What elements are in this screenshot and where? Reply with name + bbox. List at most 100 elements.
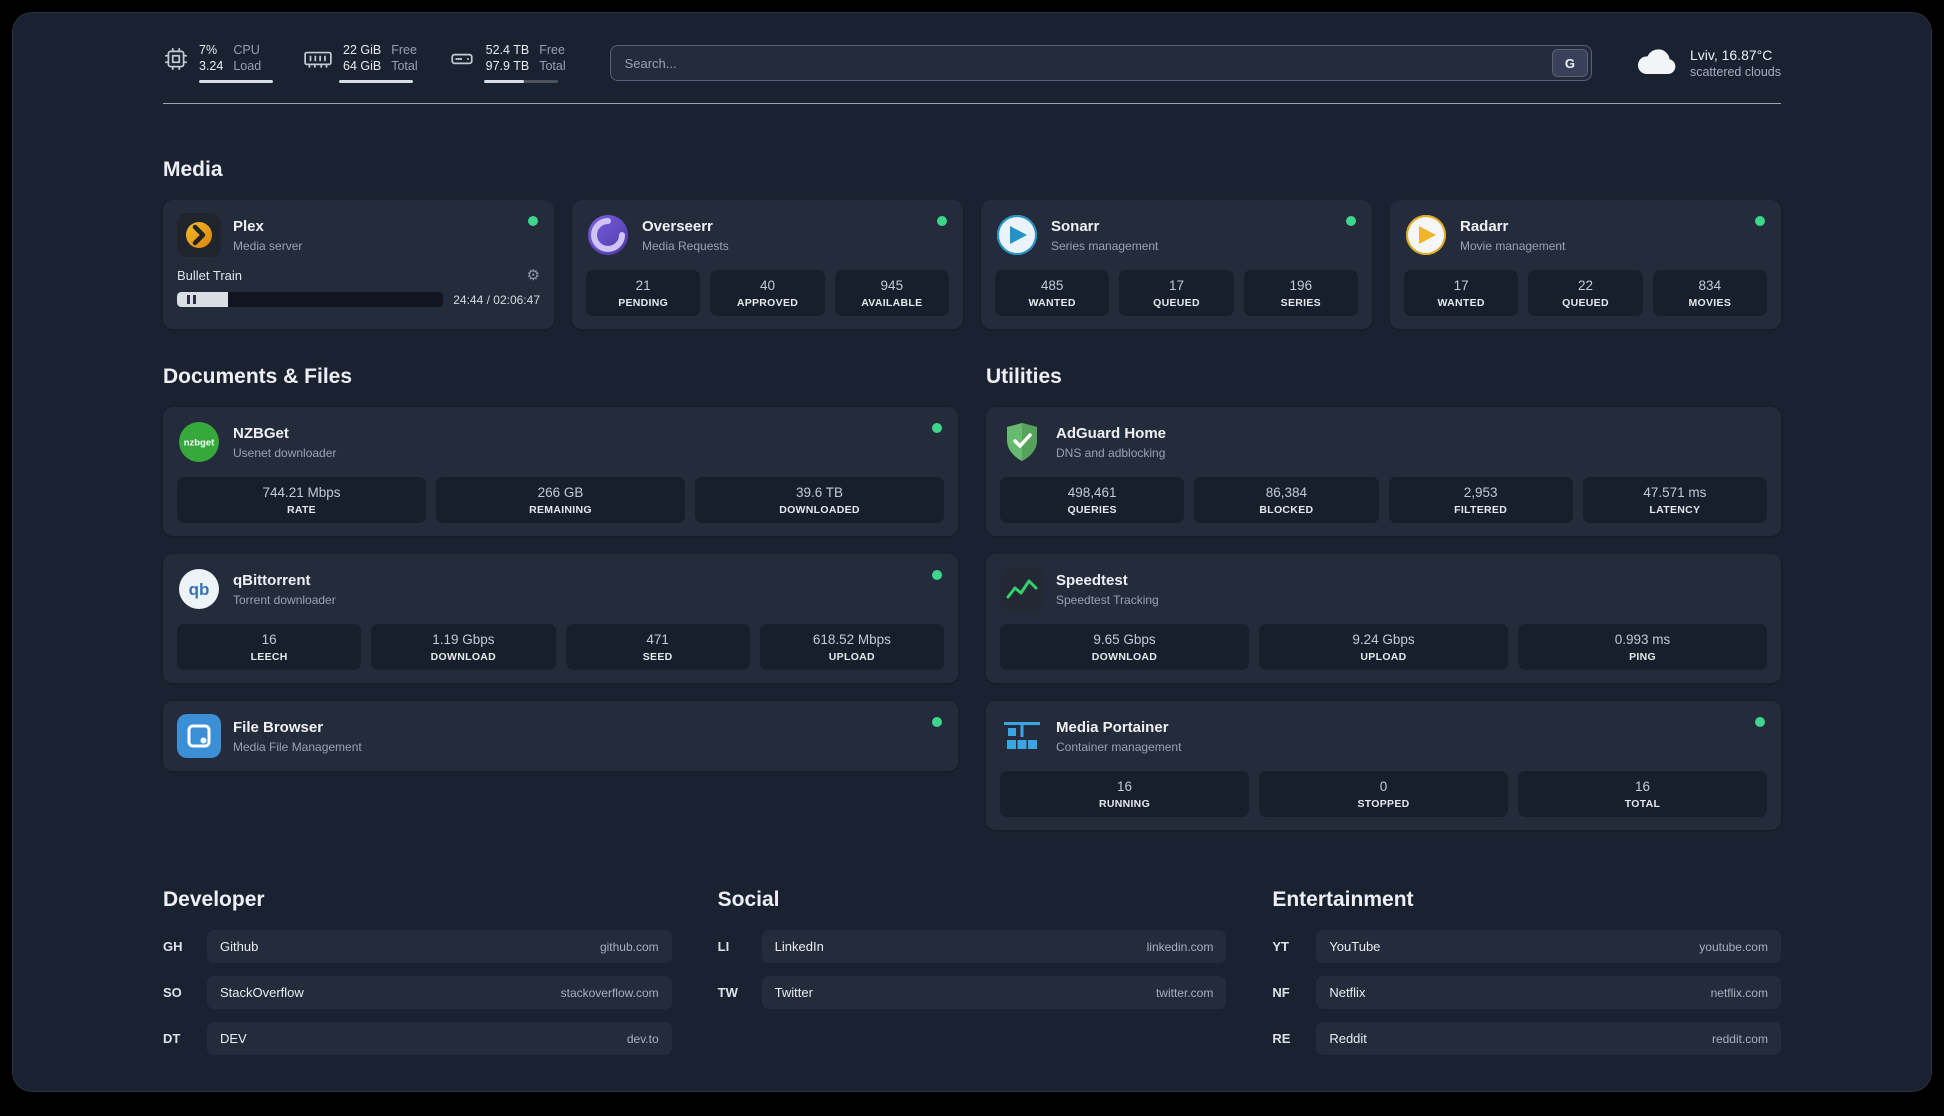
- service-card-filebrowser[interactable]: File Browser Media File Management: [163, 701, 958, 772]
- service-subtitle: Media server: [233, 238, 303, 253]
- dashboard-window: 7% 3.24 CPU Load 22 GiB 64 GiB Free Tota…: [12, 12, 1932, 1092]
- stat-tile: 22 QUEUED: [1528, 270, 1643, 317]
- stat-tile: 1.19 Gbps DOWNLOAD: [371, 624, 556, 671]
- bookmark-link-dev[interactable]: DEV dev.to: [207, 1022, 672, 1056]
- service-name: Sonarr: [1051, 217, 1100, 235]
- documents-column: Documents & Files nzbget NZBGet Usenet d…: [163, 365, 958, 830]
- stat-tile: 618.52 Mbps UPLOAD: [759, 624, 944, 671]
- bookmark-abbr: RE: [1272, 1031, 1291, 1047]
- memory-icon: [303, 46, 333, 72]
- bookmark-link-reddit[interactable]: Reddit reddit.com: [1316, 1022, 1781, 1056]
- service-card-sonarr[interactable]: Sonarr Series management 485 WANTED 17 Q…: [981, 200, 1372, 330]
- weather-widget: Lviv, 16.87°C scattered clouds: [1634, 45, 1781, 82]
- filebrowser-icon: [177, 714, 221, 759]
- stat-tile: 266 GB REMAINING: [436, 477, 685, 524]
- overseerr-icon: [586, 213, 630, 257]
- now-playing-title: Bullet Train: [177, 268, 243, 284]
- bookmark-group-entertainment: Entertainment YT YouTube youtube.com NF …: [1272, 888, 1781, 1068]
- cpu-widget: 7% 3.24 CPU Load: [163, 43, 273, 84]
- cpu-load-value: 3.24: [199, 58, 224, 73]
- bookmark-row: SO StackOverflow stackoverflow.com: [163, 976, 672, 1010]
- service-subtitle: Series management: [1051, 238, 1159, 253]
- bookmark-abbr: SO: [163, 985, 182, 1001]
- stat-tile: 40 APPROVED: [710, 270, 825, 317]
- bookmark-link-netflix[interactable]: Netflix netflix.com: [1316, 976, 1781, 1010]
- cpu-load-label: Load: [233, 58, 262, 73]
- search-provider-button[interactable]: G: [1551, 49, 1588, 78]
- section-title-media: Media: [163, 158, 223, 182]
- bookmark-group-social: Social LI LinkedIn linkedin.com TW Twitt…: [718, 888, 1227, 1068]
- radarr-icon: [1404, 213, 1448, 257]
- bookmark-link-github[interactable]: Github github.com: [207, 930, 672, 964]
- memory-free-value: 22 GiB: [343, 43, 382, 57]
- service-card-qbittorrent[interactable]: qb qBittorrent Torrent downloader 16 LEE…: [163, 554, 958, 684]
- topbar-divider: [163, 103, 1781, 105]
- memory-total-value: 64 GiB: [343, 58, 382, 73]
- playback-time: 24:44 / 02:06:47: [453, 292, 540, 307]
- section-title-entertainment: Entertainment: [1272, 888, 1414, 912]
- service-card-portainer[interactable]: Media Portainer Container management 16 …: [986, 701, 1781, 831]
- plex-icon: [177, 213, 221, 258]
- service-card-nzbget[interactable]: nzbget NZBGet Usenet downloader 744.21 M…: [163, 407, 958, 537]
- stat-tile: 9.65 Gbps DOWNLOAD: [1000, 624, 1249, 671]
- stat-tile: 47.571 ms LATENCY: [1582, 477, 1767, 524]
- qbittorrent-icon: qb: [177, 567, 221, 611]
- stat-tile: 16 RUNNING: [1000, 771, 1249, 818]
- speedtest-icon: [1000, 567, 1044, 612]
- playback-progress-bar[interactable]: [177, 292, 444, 308]
- stat-tile: 2,953 FILTERED: [1388, 477, 1573, 524]
- stat-tile: 744.21 Mbps RATE: [177, 477, 426, 524]
- memory-free-label: Free: [391, 43, 417, 57]
- cpu-usage-bar: [199, 80, 273, 84]
- top-bar: 7% 3.24 CPU Load 22 GiB 64 GiB Free Tota…: [163, 43, 1781, 84]
- service-card-speedtest[interactable]: Speedtest Speedtest Tracking 9.65 Gbps D…: [986, 554, 1781, 684]
- service-subtitle: Movie management: [1460, 238, 1566, 253]
- bookmark-abbr: LI: [717, 939, 730, 955]
- bookmark-link-stackoverflow[interactable]: StackOverflow stackoverflow.com: [207, 976, 672, 1010]
- cloud-icon: [1634, 45, 1678, 82]
- adguard-icon: [1000, 420, 1044, 464]
- stat-tile: 16 LEECH: [177, 624, 362, 671]
- service-card-plex[interactable]: Plex Media server Bullet Train ⚙ 24:44 /…: [163, 200, 554, 330]
- memory-widget: 22 GiB 64 GiB Free Total: [303, 43, 418, 84]
- search-input[interactable]: [610, 49, 1552, 78]
- stat-tile: 17 WANTED: [1404, 270, 1519, 317]
- bookmark-row: LI LinkedIn linkedin.com: [717, 930, 1227, 964]
- memory-total-label: Total: [391, 58, 418, 73]
- service-subtitle: Media File Management: [233, 739, 362, 754]
- service-name: Overseerr: [642, 217, 713, 235]
- stat-tile: 17 QUEUED: [1119, 270, 1234, 317]
- stat-tile: 21 PENDING: [586, 270, 701, 317]
- service-card-radarr[interactable]: Radarr Movie management 17 WANTED 22 QUE…: [1390, 200, 1781, 330]
- bookmark-group-developer: Developer GH Github github.com SO StackO…: [163, 888, 672, 1068]
- service-subtitle: Torrent downloader: [233, 592, 336, 607]
- bookmark-link-linkedin[interactable]: LinkedIn linkedin.com: [761, 930, 1227, 964]
- bookmark-link-twitter[interactable]: Twitter twitter.com: [761, 976, 1227, 1010]
- service-subtitle: Container management: [1056, 739, 1182, 754]
- service-name: AdGuard Home: [1056, 424, 1167, 442]
- bookmark-abbr: DT: [163, 1031, 181, 1047]
- cpu-label: CPU: [233, 43, 260, 57]
- section-title-developer: Developer: [163, 888, 265, 912]
- service-subtitle: Media Requests: [642, 238, 729, 253]
- weather-location: Lviv, 16.87°C: [1689, 47, 1773, 64]
- service-subtitle: Speedtest Tracking: [1056, 592, 1159, 607]
- service-name: Media Portainer: [1056, 718, 1169, 736]
- bookmark-abbr: NF: [1272, 985, 1290, 1001]
- bookmark-row: RE Reddit reddit.com: [1272, 1022, 1781, 1056]
- disk-free-label: Free: [539, 43, 565, 57]
- bookmark-link-youtube[interactable]: YouTube youtube.com: [1316, 930, 1781, 964]
- pause-icon[interactable]: [180, 294, 202, 305]
- weather-condition: scattered clouds: [1689, 65, 1781, 80]
- stat-tile: 485 WANTED: [995, 270, 1110, 317]
- service-card-adguard[interactable]: AdGuard Home DNS and adblocking 498,461 …: [986, 407, 1781, 537]
- bookmark-abbr: YT: [1272, 939, 1289, 955]
- section-title-documents: Documents & Files: [163, 365, 353, 389]
- memory-usage-bar: [339, 80, 413, 84]
- stat-tile: 86,384 BLOCKED: [1194, 477, 1379, 524]
- service-name: NZBGet: [233, 424, 289, 442]
- player-settings-gear-icon[interactable]: ⚙: [527, 268, 540, 283]
- service-card-overseerr[interactable]: Overseerr Media Requests 21 PENDING 40 A…: [572, 200, 963, 330]
- disk-icon: [448, 46, 476, 72]
- bookmark-row: YT YouTube youtube.com: [1272, 930, 1781, 964]
